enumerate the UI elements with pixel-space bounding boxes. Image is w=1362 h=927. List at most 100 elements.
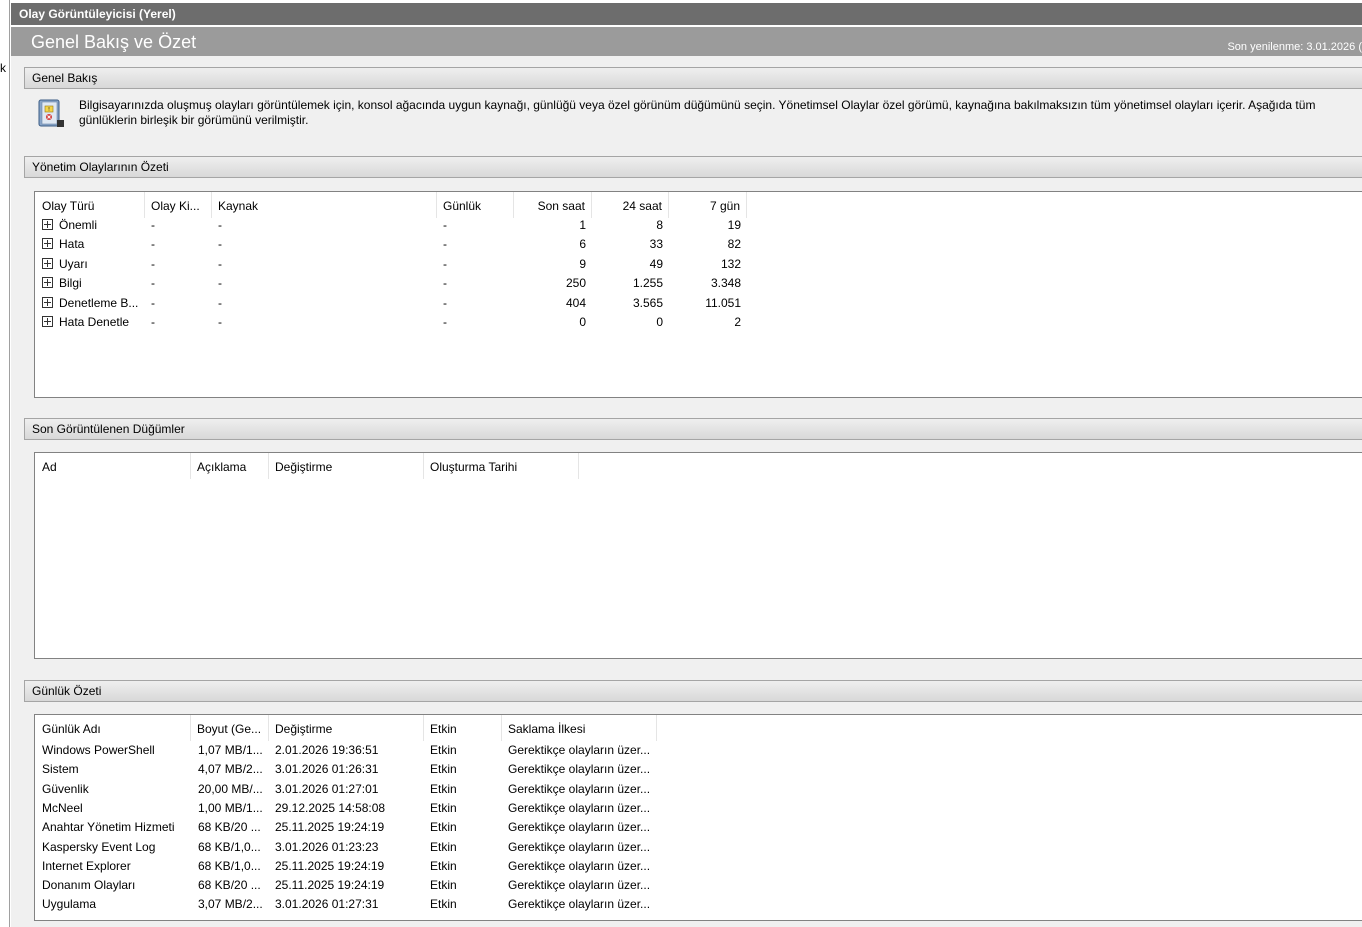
24-hours-cell: 1.255: [632, 276, 663, 291]
retention-cell: Gerektikçe olayların üzer...: [508, 781, 651, 796]
window-title: Olay Görüntüleyicisi (Yerel): [11, 3, 1362, 25]
col-header-log-name[interactable]: Günlük Adı: [35, 715, 191, 741]
enabled-cell: Etkin: [430, 878, 457, 893]
retention-cell: Gerektikçe olayların üzer...: [508, 858, 651, 873]
size-cell: 3,07 MB/2...: [198, 897, 263, 912]
24-hours-cell: 33: [649, 237, 663, 252]
size-cell: 68 KB/1,0...: [198, 858, 261, 873]
expand-icon[interactable]: [42, 296, 53, 308]
table-row[interactable]: McNeel 1,00 MB/1... 29.12.2025 14:58:08 Etk…: [35, 801, 657, 820]
overview-panel: ! Bilgisayarınızda oluşmuş olayları görü…: [24, 90, 1362, 147]
table-row[interactable]: Kaspersky Event Log 68 KB/1,0... 3.01.2026…: [35, 840, 657, 859]
log-summary-section-header[interactable]: Günlük Özeti: [24, 680, 1362, 702]
last-refresh: Son yenilenme: 3.01.2026 (: [1227, 41, 1362, 53]
table-row[interactable]: Hata - - - 6 33 82: [35, 237, 747, 256]
enabled-cell: Etkin: [430, 800, 457, 815]
log-name-cell: Donanım Olayları: [42, 878, 136, 893]
log-cell: -: [443, 237, 447, 252]
event-id-cell: -: [151, 256, 155, 271]
col-header-modified[interactable]: Değiştirme: [269, 453, 424, 479]
col-header-size[interactable]: Boyut (Ge...: [191, 715, 269, 741]
col-header-created[interactable]: Oluşturma Tarihi: [424, 453, 579, 479]
expand-icon[interactable]: [42, 316, 53, 327]
overview-description: Bilgisayarınızda oluşmuş olayları görünt…: [79, 98, 1316, 127]
7-days-cell: 2: [734, 315, 741, 329]
log-cell: -: [443, 256, 447, 271]
modified-cell: 3.01.2026 01:26:31: [275, 762, 379, 777]
col-header-log-modified[interactable]: Değiştirme: [269, 715, 424, 741]
recent-nodes-section-header[interactable]: Son Görüntülenen Düğümler: [24, 418, 1362, 440]
event-id-cell: -: [151, 218, 155, 232]
retention-cell: Gerektikçe olayların üzer...: [508, 897, 651, 912]
retention-cell: Gerektikçe olayların üzer...: [508, 800, 651, 815]
log-cell: -: [443, 218, 447, 232]
last-hour-cell: 9: [579, 256, 586, 271]
admin-summary-list[interactable]: Olay Türü Olay Ki... Kaynak Günlük Son s…: [34, 191, 1362, 398]
col-header-24-hours[interactable]: 24 saat: [592, 192, 669, 218]
24-hours-cell: 3.565: [632, 295, 663, 310]
size-cell: 68 KB/1,0...: [198, 839, 261, 854]
size-cell: 1,00 MB/1...: [198, 800, 263, 815]
source-cell: -: [218, 256, 222, 271]
col-header-last-hour[interactable]: Son saat: [514, 192, 592, 218]
event-type-cell: Önemli: [59, 218, 98, 232]
table-row[interactable]: Internet Explorer 68 KB/1,0... 25.11.2025 …: [35, 859, 657, 878]
table-row[interactable]: Uygulama 3,07 MB/2... 3.01.2026 01:27:31 Et…: [35, 897, 657, 916]
source-cell: -: [218, 276, 222, 291]
col-header-enabled[interactable]: Etkin: [424, 715, 502, 741]
overview-section-header[interactable]: Genel Bakış: [24, 67, 1362, 89]
event-type-cell: Hata Denetle: [59, 315, 130, 329]
table-row[interactable]: Donanım Olayları 68 KB/20 ... 25.11.2025 1…: [35, 878, 657, 897]
table-row[interactable]: Uyarı - - - 9 49 132: [35, 257, 747, 276]
event-id-cell: -: [151, 276, 155, 291]
log-summary-list[interactable]: Günlük Adı Boyut (Ge... Değiştirme Etkin…: [34, 714, 1362, 921]
table-row[interactable]: Sistem 4,07 MB/2... 3.01.2026 01:26:31 Etki…: [35, 762, 657, 781]
expand-icon[interactable]: [42, 257, 53, 269]
size-cell: 68 KB/20 ...: [198, 820, 261, 835]
log-name-cell: Internet Explorer: [42, 858, 131, 873]
col-header-name[interactable]: Ad: [35, 453, 191, 479]
svg-text:!: !: [48, 107, 50, 113]
retention-cell: Gerektikçe olayların üzer...: [508, 820, 651, 835]
col-header-retention[interactable]: Saklama İlkesi: [502, 715, 657, 741]
log-name-cell: Güvenlik: [42, 781, 89, 796]
col-header-7-days[interactable]: 7 gün: [669, 192, 747, 218]
table-row[interactable]: Denetleme B... - - -404 3.565 11.051: [35, 296, 747, 315]
log-name-cell: Windows PowerShell: [42, 743, 155, 757]
expand-icon[interactable]: [42, 219, 53, 230]
source-cell: -: [218, 295, 222, 310]
col-header-source[interactable]: Kaynak: [212, 192, 437, 218]
source-cell: -: [218, 218, 222, 232]
col-header-event-id[interactable]: Olay Ki...: [145, 192, 212, 218]
table-row[interactable]: Anahtar Yönetim Hizmeti 68 KB/20 ... 25.11…: [35, 820, 657, 839]
log-name-cell: Kaspersky Event Log: [42, 839, 156, 854]
expand-icon[interactable]: [42, 277, 53, 289]
col-header-description[interactable]: Açıklama: [191, 453, 269, 479]
admin-summary-section-header[interactable]: Yönetim Olaylarının Özeti: [24, 156, 1362, 178]
retention-cell: Gerektikçe olayların üzer...: [508, 839, 651, 854]
size-cell: 1,07 MB/1...: [198, 743, 263, 757]
left-pane: k: [0, 0, 10, 927]
table-row[interactable]: Windows PowerShell 1,07 MB/1... 2.01.2026 …: [35, 743, 657, 762]
table-row[interactable]: Önemli - - - 1 8 19: [35, 218, 747, 237]
log-cell: -: [443, 295, 447, 310]
retention-cell: Gerektikçe olayların üzer...: [508, 762, 651, 777]
col-header-event-type[interactable]: Olay Türü: [35, 192, 145, 218]
col-header-log[interactable]: Günlük: [437, 192, 514, 218]
last-hour-cell: 1: [579, 218, 586, 232]
source-cell: -: [218, 315, 222, 329]
main-content: Genel Bakış ve Özet Son yenilenme: 3.01.…: [11, 27, 1362, 927]
expand-icon[interactable]: [42, 238, 53, 250]
table-row[interactable]: Güvenlik 20,00 MB/... 3.01.2026 01:27:01 Et…: [35, 782, 657, 801]
7-days-cell: 82: [727, 237, 741, 252]
24-hours-cell: 49: [649, 256, 663, 271]
table-row[interactable]: Hata Denetle - - - 0 0 2: [35, 315, 747, 334]
page-title: Genel Bakış ve Özet: [31, 32, 197, 52]
size-cell: 20,00 MB/...: [198, 781, 263, 796]
table-row[interactable]: Bilgi - - - 250 1.255 3.348: [35, 276, 747, 295]
recent-nodes-list[interactable]: Ad Açıklama Değiştirme Oluşturma Tarihi: [34, 452, 1362, 659]
page-header: Genel Bakış ve Özet Son yenilenme: 3.01.…: [11, 27, 1362, 56]
event-type-cell: Denetleme B...: [59, 295, 139, 310]
enabled-cell: Etkin: [430, 839, 457, 854]
7-days-cell: 11.051: [705, 295, 741, 310]
